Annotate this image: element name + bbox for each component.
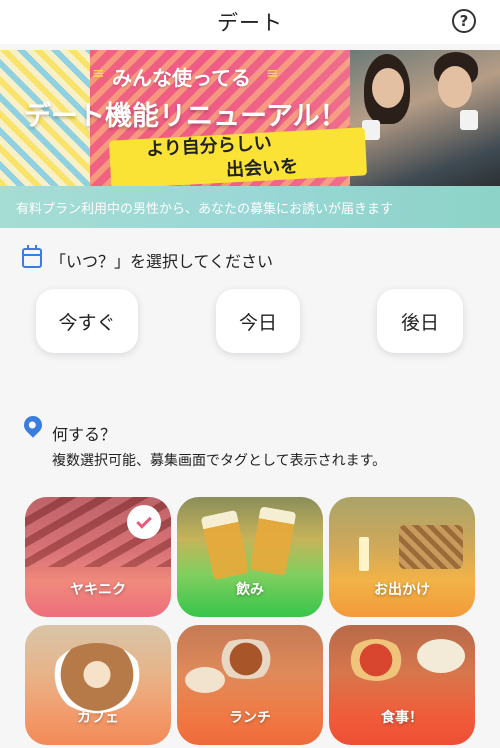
check-icon [127,505,161,539]
tile-label: 食事！ [381,710,423,726]
mug-right [460,110,478,130]
page-title: デート [217,11,283,35]
activity-tile-outing[interactable]: お出かけ [329,497,475,617]
banner-couple-photo [350,50,500,186]
tile-label: カフェ [77,710,119,726]
wine-glass [359,537,369,571]
picnic-basket [399,525,463,569]
latte-cup [51,643,143,713]
pizza [347,639,405,681]
man-face [438,66,472,108]
activity-tile-meal[interactable]: 食事！ [329,625,475,745]
check-mark [136,512,152,529]
time-option-today[interactable]: 今日 [216,289,300,353]
question-circle-icon[interactable]: ? [452,9,476,33]
activity-tile-drinks[interactable]: 飲み [177,497,323,617]
promo-banner[interactable]: ≡ みんな使ってる ≡ デート機能リニューアル！ より自分らしい 出会いを [0,50,500,186]
help-glyph: ? [459,12,469,30]
what-sublabel: 複数選択可能、募集画面でタグとして表示されます。 [52,453,387,469]
tile-label: お出かけ [374,582,430,598]
location-pin-icon [20,412,46,438]
time-option-now[interactable]: 今すぐ [36,289,138,353]
banner-handwritten-2: 出会いを [225,156,299,181]
activity-tile-cafe[interactable]: カフェ [25,625,171,745]
what-label: 何する？ [52,425,117,444]
tile-label: ランチ [229,710,271,726]
time-option-later[interactable]: 後日 [377,289,463,353]
woman-face [372,68,404,108]
header: デート ? [0,0,500,44]
activity-tile-yakiniku[interactable]: ヤキニク [25,497,171,617]
sparkle-right-icon: ≡ [266,64,279,82]
activity-tile-lunch[interactable]: ランチ [177,625,323,745]
when-label: 「いつ？」を選択してください [50,252,274,271]
lunch-plate [185,667,225,693]
tile-label: 飲み [236,582,264,598]
info-strip: 有料プラン利用中の男性から、あなたの募集にお誘いが届きます [0,186,500,228]
banner-subtitle: みんな使ってる [112,66,251,90]
banner-title: デート機能リニューアル！ [24,101,347,132]
calendar-icon [22,245,42,268]
beer-glass-left [200,509,250,581]
pasta-plate [417,639,465,673]
sparkle-left-icon: ≡ [92,64,105,82]
beer-glass-right [249,506,297,576]
tile-label: ヤキニク [70,582,126,598]
